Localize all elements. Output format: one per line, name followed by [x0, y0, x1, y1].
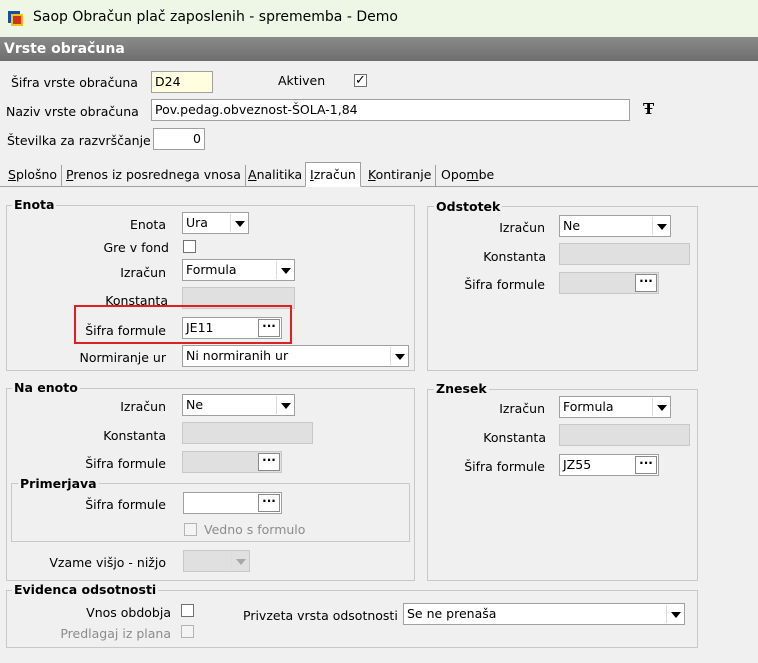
window-title: Saop Obračun plač zaposlenih - sprememba… — [33, 9, 398, 25]
enota-label: Enota — [129, 217, 166, 232]
odstotek-konstanta-label: Konstanta — [483, 249, 546, 264]
primerjava-formula-label: Šifra formule — [85, 497, 166, 512]
znesek-formula-field[interactable]: JZ55 ··· — [559, 454, 659, 476]
enota-title: Enota — [12, 197, 57, 212]
chevron-down-icon[interactable] — [652, 398, 669, 416]
na-enoto-izracun-select[interactable]: Ne — [182, 394, 295, 416]
predlagaj-label: Predlagaj iz plana — [60, 626, 171, 641]
tab-prenos[interactable]: Prenos iz posrednega vnosa — [62, 165, 246, 187]
na-enoto-title: Na enoto — [12, 380, 80, 395]
znesek-izracun-label: Izračun — [499, 401, 545, 416]
predlagaj-checkbox[interactable] — [181, 625, 194, 638]
enota-select[interactable]: Ura — [182, 212, 249, 234]
active-label: Aktiven — [278, 73, 326, 88]
na-enoto-konstanta-label: Konstanta — [103, 428, 166, 443]
odstotek-formula-label: Šifra formule — [464, 277, 545, 292]
norm-select[interactable]: Ni normiranih ur — [182, 345, 409, 367]
chevron-down-icon[interactable] — [231, 552, 248, 570]
ellipsis-button[interactable]: ··· — [635, 274, 657, 292]
vnos-label: Vnos obdobja — [86, 605, 171, 620]
odstotek-izracun-label: Izračun — [499, 220, 545, 235]
fond-label: Gre v fond — [103, 240, 170, 255]
tab-opombe[interactable]: Opombe — [437, 165, 498, 187]
znesek-title: Znesek — [434, 381, 489, 396]
font-icon[interactable]: Ŧ — [643, 100, 661, 118]
odstotek-konstanta-field — [559, 243, 690, 265]
vedno-label: Vedno s formulo — [204, 522, 306, 537]
vedno-checkbox[interactable] — [184, 523, 197, 536]
vzame-label: Vzame višjo - nižjo — [49, 555, 166, 570]
chevron-down-icon[interactable] — [276, 396, 293, 414]
tab-analitika[interactable]: Analitika — [244, 165, 308, 187]
tab-izracun[interactable]: Izračun — [305, 162, 361, 187]
chevron-down-icon[interactable] — [230, 214, 247, 232]
active-checkbox[interactable]: ✓ — [354, 74, 367, 87]
sort-field[interactable]: 0 — [153, 128, 205, 150]
na-enoto-formula-field: ··· — [182, 451, 282, 473]
na-enoto-formula-label: Šifra formule — [85, 456, 166, 471]
odstotek-title: Odstotek — [434, 199, 503, 214]
chevron-down-icon[interactable] — [652, 217, 669, 235]
ellipsis-button[interactable]: ··· — [258, 453, 280, 471]
primerjava-title: Primerjava — [18, 476, 99, 491]
code-field[interactable]: D24 — [151, 71, 213, 93]
vzame-select[interactable] — [183, 550, 250, 572]
highlight-box — [74, 305, 292, 344]
tab-kontiranje[interactable]: Kontiranje — [364, 165, 437, 187]
znesek-konstanta-label: Konstanta — [483, 430, 546, 445]
evidenca-title: Evidenca odsotnosti — [12, 582, 159, 597]
odstotek-formula-field: ··· — [559, 272, 659, 294]
znesek-konstanta-field — [559, 424, 690, 446]
privzeta-label: Privzeta vrsta odsotnosti — [243, 608, 398, 623]
app-icon — [8, 11, 23, 26]
fond-checkbox[interactable] — [183, 240, 196, 253]
name-label: Naziv vrste obračuna — [6, 104, 139, 119]
enota-izracun-select[interactable]: Formula — [182, 259, 295, 281]
privzeta-select[interactable]: Se ne prenaša — [403, 603, 685, 625]
znesek-formula-label: Šifra formule — [464, 459, 545, 474]
enota-izracun-label: Izračun — [120, 265, 166, 280]
ellipsis-button[interactable]: ··· — [258, 494, 280, 512]
na-enoto-izracun-label: Izračun — [120, 399, 166, 414]
chevron-down-icon[interactable] — [666, 605, 683, 623]
odstotek-izracun-select[interactable]: Ne — [559, 215, 671, 237]
primerjava-formula-field[interactable]: ··· — [183, 492, 282, 514]
ellipsis-button[interactable]: ··· — [635, 456, 657, 474]
section-header: Vrste obračuna — [0, 37, 758, 61]
na-enoto-konstanta-field — [182, 422, 313, 444]
name-field[interactable]: Pov.pedag.obveznost-ŠOLA-1,84 — [151, 99, 630, 121]
tab-splosno[interactable]: Splošno — [4, 165, 63, 187]
sort-label: Številka za razvrščanje — [7, 133, 151, 148]
chevron-down-icon[interactable] — [390, 347, 407, 365]
title-bar: Saop Obračun plač zaposlenih - sprememba… — [0, 0, 758, 37]
norm-label: Normiranje ur — [79, 350, 167, 365]
znesek-izracun-select[interactable]: Formula — [559, 396, 671, 418]
code-label: Šifra vrste obračuna — [11, 75, 138, 90]
chevron-down-icon[interactable] — [276, 261, 293, 279]
vnos-checkbox[interactable] — [181, 604, 194, 617]
